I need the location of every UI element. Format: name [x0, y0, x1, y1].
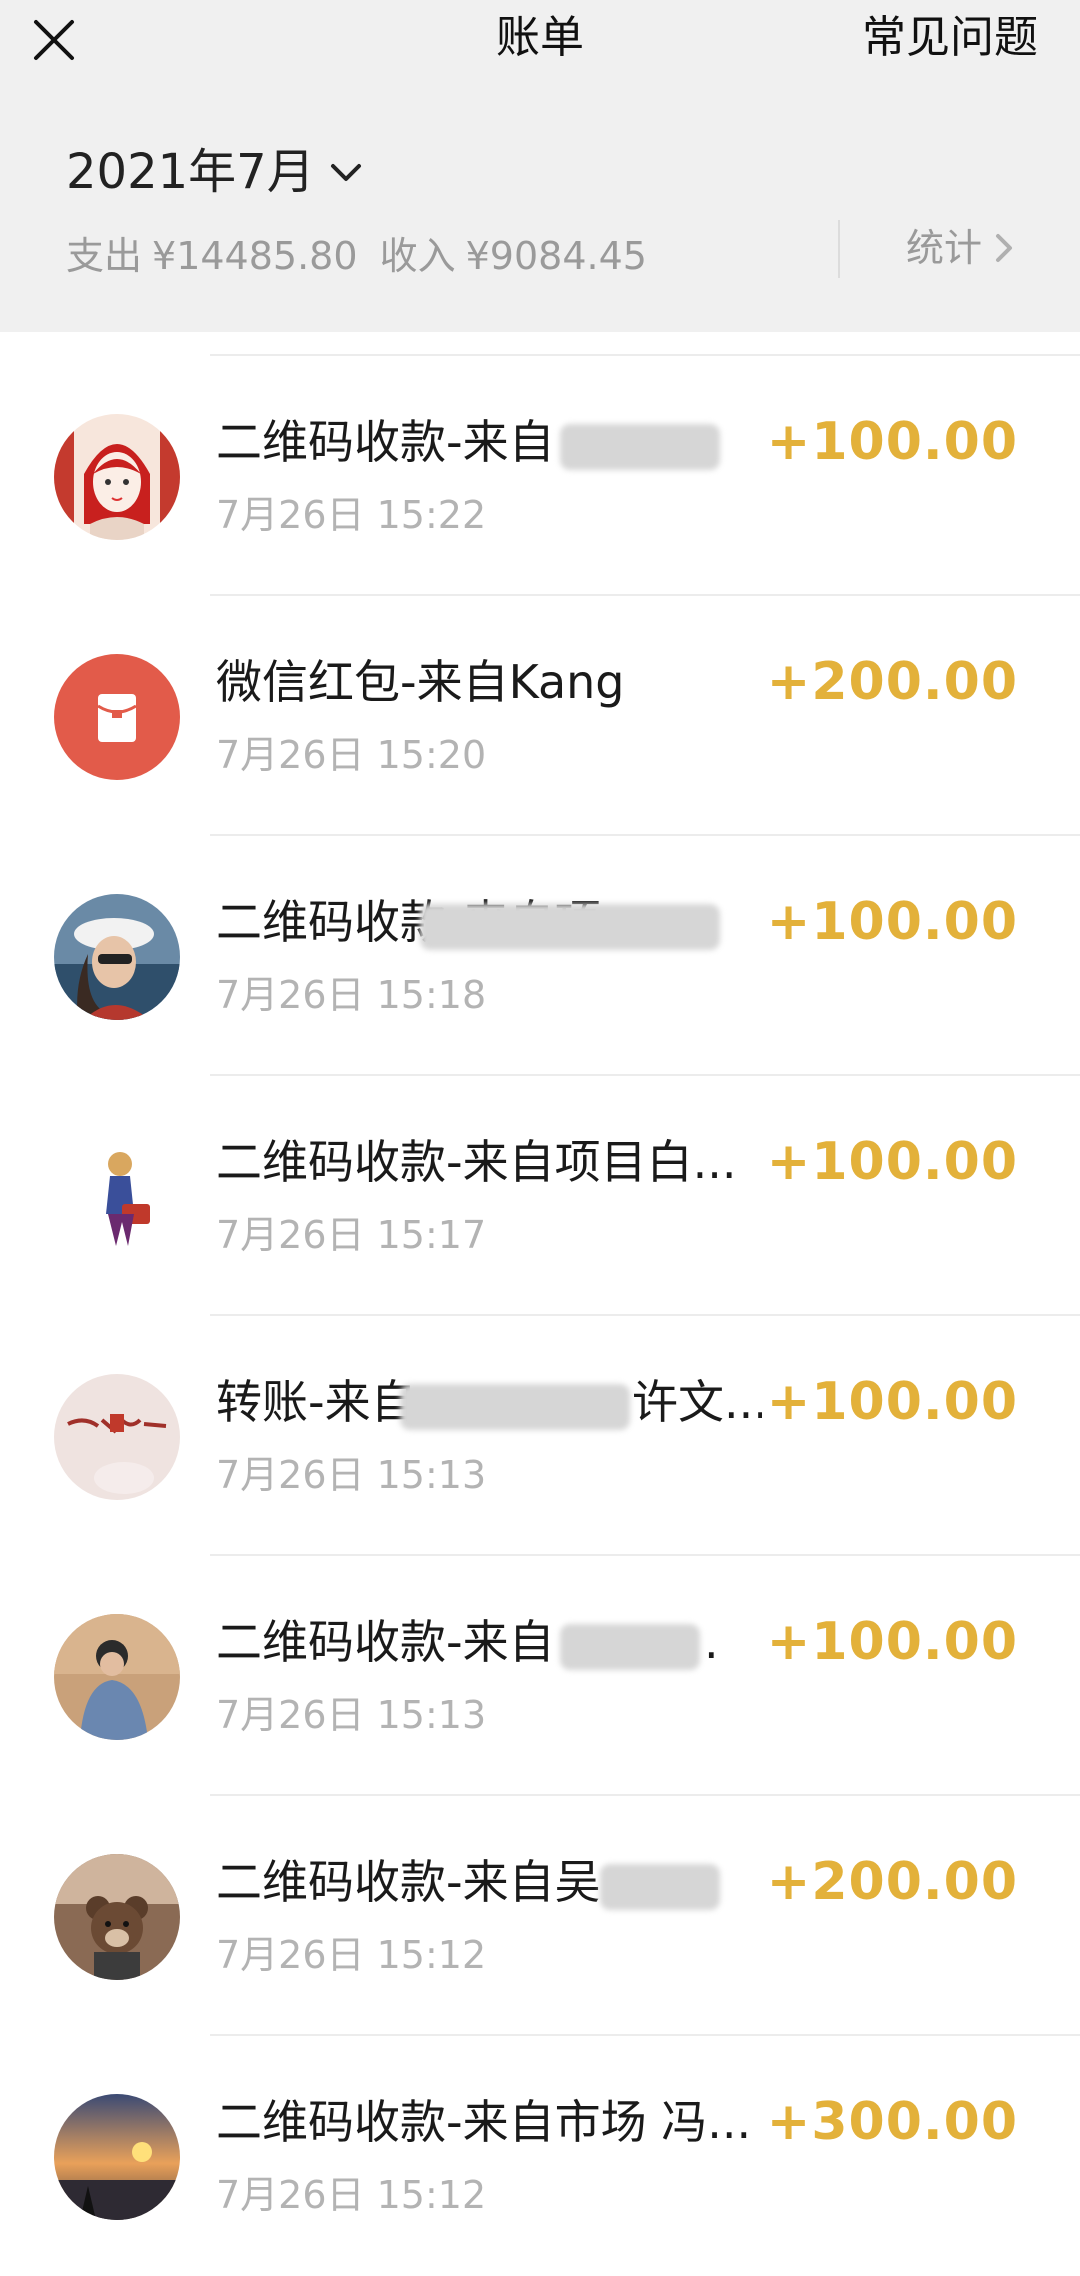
- calligraphy-avatar: [54, 1374, 180, 1500]
- chevron-right-icon: [996, 234, 1013, 262]
- transaction-row[interactable]: 二维码收款-来自 . 7月26日 15:13 +100.00: [0, 1556, 1080, 1796]
- faq-link[interactable]: 常见问题: [862, 8, 1038, 68]
- transaction-row[interactable]: 二维码收款-来自项目白... 7月26日 15:17 +100.00: [0, 1076, 1080, 1316]
- sunset-avatar: [54, 2094, 180, 2220]
- transaction-amount: +100.00: [766, 892, 1018, 952]
- month-selector[interactable]: 2021年7月: [66, 140, 363, 204]
- income-value: ¥9084.45: [465, 234, 647, 278]
- redacted-text: [560, 424, 720, 470]
- statistics-label: 统计: [906, 226, 983, 270]
- statistics-link[interactable]: 统计: [906, 220, 1014, 276]
- transaction-amount: +100.00: [766, 1372, 1018, 1432]
- teddy-bear-avatar: [54, 1854, 180, 1980]
- transaction-time: 7月26日 15:12: [216, 1933, 487, 1977]
- expense-label: 支出: [66, 234, 143, 278]
- transaction-amount: +200.00: [766, 1852, 1018, 1912]
- transaction-amount: +300.00: [766, 2092, 1018, 2152]
- transaction-time: 7月26日 15:18: [216, 973, 487, 1017]
- transaction-amount: +100.00: [766, 412, 1018, 472]
- transaction-title: 微信红包-来自Kang: [216, 655, 625, 709]
- transaction-title-tail: 许文...: [632, 1375, 762, 1429]
- redacted-text: [560, 1624, 700, 1670]
- transaction-row[interactable]: 二维码收款-来自项 7月26日 15:18 +100.00: [0, 836, 1080, 1076]
- transaction-time: 7月26日 15:13: [216, 1453, 487, 1497]
- transaction-amount: +200.00: [766, 652, 1018, 712]
- chevron-down-icon: [330, 164, 361, 181]
- transaction-row[interactable]: 二维码收款-来自市场 冯... 7月26日 15:12 +300.00: [0, 2036, 1080, 2276]
- woman-hat-avatar: [54, 894, 180, 1020]
- transaction-amount: +100.00: [766, 1612, 1018, 1672]
- transaction-row[interactable]: 二维码收款-来自 7月26日 15:22 +100.00: [0, 356, 1080, 596]
- transaction-title-tail: .: [704, 1615, 719, 1669]
- transaction-title: 二维码收款-来自市场 冯...: [216, 2095, 752, 2149]
- bill-summary: 2021年7月 支出 ¥14485.80 收入 ¥9084.45 统计: [0, 78, 1080, 332]
- girl-illustration-avatar: [54, 414, 180, 540]
- redacted-text: [420, 904, 720, 950]
- transaction-time: 7月26日 15:13: [216, 1693, 487, 1737]
- top-bar: 账单 常见问题: [0, 0, 1080, 78]
- transaction-row[interactable]: 微信红包-来自Kang 7月26日 15:20 +200.00: [0, 596, 1080, 836]
- month-totals: 支出 ¥14485.80 收入 ¥9084.45: [66, 228, 657, 284]
- transaction-amount: +100.00: [766, 1132, 1018, 1192]
- transaction-row[interactable]: 二维码收款-来自吴 7月26日 15:12 +200.00: [0, 1796, 1080, 2036]
- month-label: 2021年7月: [66, 144, 315, 200]
- transaction-title: 转账-来自: [216, 1375, 416, 1429]
- transaction-row[interactable]: 转账-来自 许文... 7月26日 15:13 +100.00: [0, 1316, 1080, 1556]
- transaction-title: 二维码收款-来自项目白...: [216, 1135, 737, 1189]
- person-outdoor-avatar: [54, 1614, 180, 1740]
- transaction-time: 7月26日 15:12: [216, 2173, 487, 2217]
- transaction-time: 7月26日 15:20: [216, 733, 487, 777]
- red-packet-icon: [54, 654, 180, 780]
- redacted-text: [400, 1384, 630, 1430]
- transaction-time: 7月26日 15:17: [216, 1213, 487, 1257]
- expense-value: ¥14485.80: [152, 234, 358, 278]
- redacted-text: [600, 1864, 720, 1910]
- divider: [838, 220, 840, 278]
- transaction-time: 7月26日 15:22: [216, 493, 487, 537]
- cartoon-figure-avatar: [54, 1134, 180, 1260]
- income-label: 收入: [379, 234, 456, 278]
